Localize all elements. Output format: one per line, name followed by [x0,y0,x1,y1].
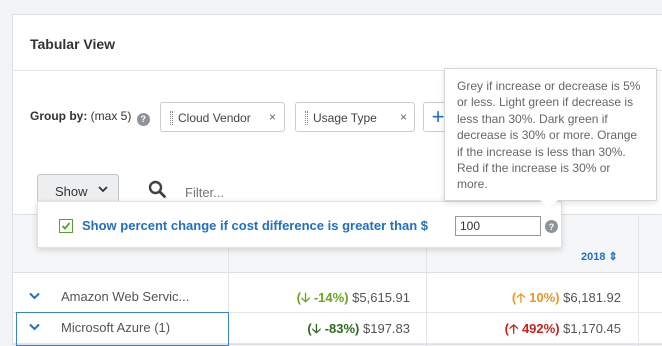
percent-change: (🡣 -83%) [307,321,360,336]
cost-cell: (🡣 -83%) $197.83 [307,320,410,342]
percent-change: (🡣 -14%) [296,290,349,305]
grip-icon[interactable] [170,111,173,125]
cost-value: $6,181.92 [563,290,621,305]
svg-text:?: ? [549,222,555,232]
groupby-chip-cloud-vendor[interactable]: Cloud Vendor × [160,102,285,132]
chip-label: Usage Type [313,111,377,125]
groupby-hint: (max 5) [87,109,132,123]
groupby-label: Group by: (max 5) ? [30,109,150,126]
cost-cell: (🡡 492%) $1,170.45 [505,320,621,342]
chevron-down-icon[interactable] [29,292,40,300]
groupby-title: Group by: [30,109,88,123]
groupby-chip-usage-type[interactable]: Usage Type × [295,102,415,132]
cost-cell: (🡡 10%) $6,181.92 [512,289,621,311]
close-icon[interactable]: × [400,110,407,124]
help-icon[interactable]: ? [136,113,150,126]
threshold-input[interactable] [455,216,541,236]
percent-change: (🡡 492%) [504,321,560,336]
table-row[interactable]: Amazon Web Servic... (🡣 -14%) $5,615.91 … [13,281,662,313]
close-icon[interactable]: × [269,110,276,124]
check-icon [61,222,71,230]
vendor-name: Amazon Web Servic... [61,289,190,304]
color-legend-tooltip: Grey if increase or decrease is 5% or le… [444,68,657,201]
cost-value: $1,170.45 [563,321,621,336]
filter-input[interactable] [185,181,385,203]
chevron-down-icon [98,186,108,193]
grip-icon[interactable] [305,111,308,125]
selected-cell-outline [16,312,229,346]
tooltip-arrow [540,200,558,209]
search-icon[interactable] [148,180,166,198]
panel-header: Tabular View [13,15,662,71]
cost-value: $197.83 [363,321,410,336]
column-header-2018[interactable]: 2018 ⇕ [581,250,618,263]
chip-label: Cloud Vendor [178,111,251,125]
percent-change-popover: Show percent change if cost difference i… [37,201,562,248]
percent-change: (🡡 10%) [511,290,560,305]
cost-value: $5,615.91 [352,290,410,305]
show-label: Show [55,184,88,199]
percent-change-label: Show percent change if cost difference i… [82,218,429,233]
panel-title: Tabular View [30,36,116,52]
percent-change-checkbox[interactable] [59,219,73,233]
help-icon[interactable]: ? [545,220,558,233]
plus-icon: + [431,104,445,129]
cost-cell: (🡣 -14%) $5,615.91 [297,289,410,311]
